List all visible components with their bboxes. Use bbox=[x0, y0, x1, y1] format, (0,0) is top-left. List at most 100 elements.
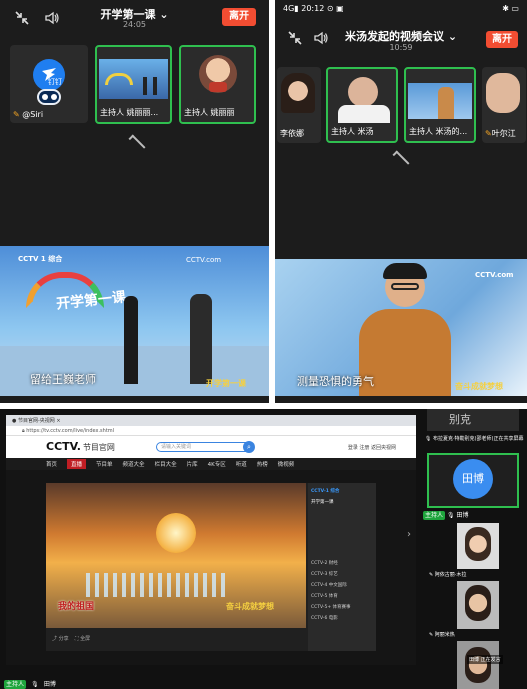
signal-icon: 4G▮ bbox=[283, 4, 299, 13]
avatar: 田博 bbox=[453, 459, 493, 499]
participant-name: ✎ @Siri bbox=[13, 110, 44, 119]
app-badge: 钉钉 bbox=[48, 78, 62, 86]
header-links[interactable]: 登录 注册 返回央视网 bbox=[348, 444, 396, 451]
participant-tile-host[interactable]: 主持人 米汤 bbox=[326, 67, 398, 143]
meeting-window-b: 4G▮ 20:12 ⊙ ▣ ✱ ▭ 米汤发起的视频会议 ⌄ 10:59 离开 李… bbox=[275, 0, 527, 403]
search-icon[interactable]: ⌕ bbox=[243, 441, 255, 453]
participant-label: ✎ 阿丽米热 bbox=[429, 632, 455, 638]
video-caption: 我的祖国 bbox=[58, 602, 95, 612]
nav-item[interactable]: 听道 bbox=[236, 460, 247, 468]
speaker-face bbox=[383, 263, 427, 307]
participant-name: 李依娜 bbox=[280, 129, 304, 138]
channel-item[interactable]: CCTV-5+ 体育赛事 bbox=[311, 602, 373, 613]
stage-caption: 留给王巍老师 bbox=[30, 373, 96, 386]
mascot-icon bbox=[37, 89, 61, 105]
screen-share-note: 🎙︎ 布拉夏克·特勒别克(邵老师)正在共享屏幕 bbox=[425, 436, 524, 442]
mic-muted-icon: ✎ bbox=[429, 572, 434, 578]
mic-muted-icon: ✎ bbox=[13, 110, 20, 119]
channel-item[interactable]: 开学第一课 bbox=[311, 497, 373, 508]
stage-caption: 测量恐惧的勇气 bbox=[297, 375, 374, 388]
participant-tile-host-share[interactable]: 主持人 米汤的... bbox=[404, 67, 476, 143]
stage-corner-text: 开学第一课 bbox=[206, 379, 246, 388]
cctv-com-logo: CCTV.com bbox=[186, 256, 222, 264]
participant-tile-host-2[interactable]: 主持人 姚丽丽 bbox=[179, 45, 256, 124]
participant-sidebar: 别克 🎙︎ 布拉夏克·特勒别克(邵老师)正在共享屏幕 田博 主持人 🎙︎ 田博 … bbox=[419, 409, 527, 689]
mic-muted-icon: ✎ bbox=[485, 129, 492, 138]
shared-browser: ● 节目官网-央视网 × 🔒︎ https://tv.cctv.com/live… bbox=[6, 415, 416, 665]
participant-video-4[interactable] bbox=[457, 581, 499, 629]
expand-handle-icon[interactable] bbox=[128, 134, 146, 152]
mic-muted-icon: ✎ bbox=[429, 632, 434, 638]
avatar bbox=[348, 77, 378, 107]
nav-item-active[interactable]: 直播 bbox=[67, 459, 87, 469]
nav-item[interactable]: 栏目大全 bbox=[155, 460, 177, 468]
site-search-input[interactable]: 请输入关键词 ⌕ bbox=[156, 441, 255, 453]
channel-item[interactable]: CCTV-3 综艺 bbox=[311, 569, 373, 580]
avatar bbox=[465, 527, 491, 561]
channel-list: CCTV-1 综合 开学第一课 CCTV-2 财经 CCTV-3 综艺 CCTV… bbox=[308, 483, 376, 651]
participant-video-3[interactable] bbox=[457, 523, 499, 569]
video-frame[interactable]: 我的祖国 奋斗成就梦想 bbox=[46, 483, 306, 628]
participant-tile-host[interactable]: 田博 bbox=[427, 453, 519, 508]
cctv1-logo: CCTV 1 综合 bbox=[18, 255, 63, 263]
channel-list-title: CCTV-1 综合 bbox=[311, 489, 340, 494]
chevron-down-icon: ⌄ bbox=[447, 30, 458, 43]
participant-tile-siri[interactable]: 钉钉 ✎ @Siri bbox=[10, 45, 88, 123]
participant-tile-4[interactable]: ✎叶尔江 bbox=[482, 67, 526, 143]
site-header: CCTV. 节目官网 请输入关键词 ⌕ 登录 注册 返回央视网 bbox=[6, 436, 416, 458]
nav-item[interactable]: 微视频 bbox=[278, 460, 295, 468]
nav-item[interactable]: 热榜 bbox=[257, 460, 268, 468]
browser-tab[interactable]: ● 节目官网-央视网 × bbox=[6, 415, 416, 426]
avatar bbox=[465, 585, 491, 621]
nav-item[interactable]: 频道大全 bbox=[123, 460, 145, 468]
avatar bbox=[465, 647, 491, 683]
bottom-host-bar: 主持人 🎙︎ 田博 bbox=[4, 671, 56, 689]
participant-big-name: 别克 bbox=[449, 413, 471, 426]
chevron-right-icon[interactable]: › bbox=[407, 529, 411, 540]
expand-handle-icon[interactable] bbox=[392, 150, 410, 168]
battery-icon: ✱ ▭ bbox=[502, 4, 519, 13]
nav-item[interactable]: 片库 bbox=[187, 460, 198, 468]
presenter-figure bbox=[124, 296, 138, 384]
tab-favicon-icon: ● bbox=[12, 418, 17, 424]
speaker-figure bbox=[190, 294, 212, 384]
participant-video-5[interactable] bbox=[457, 641, 499, 689]
participant-name: 主持人 米汤的... bbox=[409, 127, 468, 136]
nav-item[interactable]: 节目单 bbox=[96, 460, 113, 468]
address-bar[interactable]: 🔒︎ https://tv.cctv.com/live/index.shtml bbox=[6, 426, 416, 436]
shared-video-thumbnail bbox=[408, 83, 472, 119]
channel-item[interactable]: CCTV-5 体育 bbox=[311, 591, 373, 602]
leave-button[interactable]: 离开 bbox=[486, 31, 518, 48]
avatar bbox=[199, 55, 237, 93]
shared-video-thumbnail bbox=[99, 59, 168, 99]
sun-graphic bbox=[156, 513, 196, 553]
participant-name: 主持人 姚丽丽... bbox=[100, 108, 159, 117]
speaking-indicator: 田博 正在发言 bbox=[467, 655, 503, 664]
mic-icon: 🎙︎ bbox=[31, 681, 39, 688]
meeting-window-c: ● 节目官网-央视网 × 🔒︎ https://tv.cctv.com/live… bbox=[0, 409, 527, 689]
channel-item[interactable]: CCTV-2 财经 bbox=[311, 558, 373, 569]
channel-item[interactable]: CCTV-4 中文国际 bbox=[311, 580, 373, 591]
site-logo[interactable]: CCTV. 节目官网 bbox=[46, 440, 115, 453]
host-label: 主持人 🎙︎ 田博 bbox=[423, 511, 469, 520]
avatar bbox=[486, 73, 520, 113]
mic-icon: 🎙︎ bbox=[425, 436, 432, 442]
fullscreen-button[interactable]: ⛶ 全屏 bbox=[75, 636, 90, 642]
notification-icons: ⊙ ▣ bbox=[326, 4, 344, 13]
participant-tile-1[interactable]: 李依娜 bbox=[277, 67, 321, 143]
close-tab-icon[interactable]: × bbox=[56, 418, 60, 424]
share-button[interactable]: ⤴ 分享 bbox=[52, 636, 69, 642]
video-player: 我的祖国 奋斗成就梦想 CCTV-1 综合 开学第一课 CCTV-2 财经 CC… bbox=[46, 483, 376, 651]
avatar bbox=[281, 73, 315, 113]
leave-button[interactable]: 离开 bbox=[222, 8, 256, 26]
participant-tile-host-1[interactable]: 主持人 姚丽丽... bbox=[95, 45, 172, 124]
video-corner-text: 奋斗成就梦想 bbox=[226, 602, 274, 611]
stage-corner-text: 奋斗成就梦想 bbox=[455, 382, 503, 391]
participant-name: ✎叶尔江 bbox=[485, 129, 516, 138]
nav-item[interactable]: 4K专区 bbox=[208, 460, 226, 468]
channel-item[interactable]: CCTV-6 电影 bbox=[311, 613, 373, 624]
nav-item[interactable]: 首页 bbox=[46, 460, 57, 468]
shared-stage-video: CCTV 1 综合 开学第一课 CCTV.com 留给王巍老师 开学第一课 bbox=[0, 246, 269, 396]
mic-icon: 🎙︎ bbox=[446, 512, 455, 519]
status-bar: 4G▮ 20:12 ⊙ ▣ bbox=[283, 4, 344, 13]
